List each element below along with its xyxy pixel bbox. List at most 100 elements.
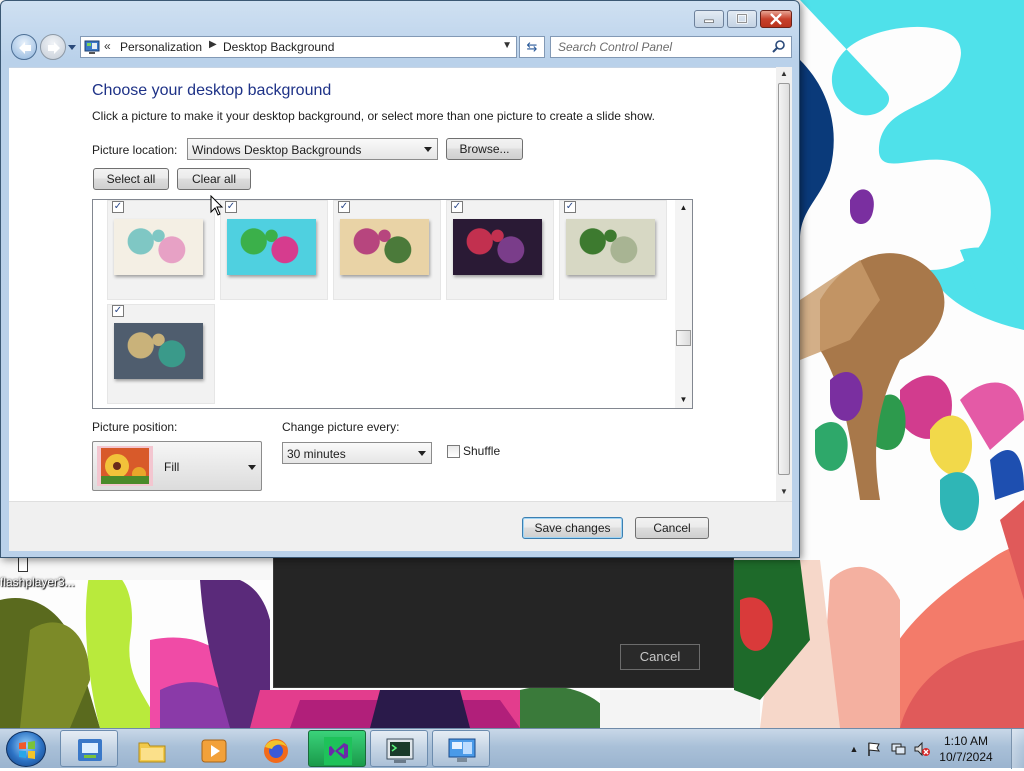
overflow-chevron-icon[interactable]: « [104,39,111,53]
firefox-icon [264,739,288,763]
mouse-cursor-icon [210,195,224,216]
gallery-scroll-down-icon[interactable]: ▼ [675,395,692,404]
maximize-icon [736,13,748,24]
search-box[interactable] [550,36,792,58]
wallpaper-thumbnail[interactable]: ✓ [220,200,328,300]
gallery-scroll-up-icon[interactable]: ▲ [675,203,692,212]
wallpaper-thumbnail[interactable]: ✓ [446,200,554,300]
change-interval-value: 30 minutes [287,447,346,461]
chevron-down-icon [418,451,426,456]
breadcrumb-desktop-background[interactable]: Desktop Background [223,40,334,54]
show-desktop-button[interactable] [1011,729,1024,769]
taskbar-windows-explorer[interactable] [122,730,180,767]
refresh-icon: ⇆ [526,39,538,54]
visual-studio-icon [324,737,352,765]
close-button[interactable] [760,10,792,28]
wallpaper-image [227,219,316,275]
background-dialog-cancel-button[interactable]: Cancel [620,644,700,670]
clock-time[interactable]: 1:10 AM [931,734,1001,748]
scroll-up-icon[interactable]: ▲ [776,69,792,81]
wallpaper-image [566,219,655,275]
picture-position-value: Fill [164,460,180,474]
terminal-icon [386,738,414,763]
scroll-thumb[interactable] [778,83,790,475]
taskbar-visual-studio[interactable] [308,730,366,767]
search-icon[interactable] [771,39,787,55]
refresh-button[interactable]: ⇆ [519,36,545,58]
wallpaper-checkbox[interactable]: ✓ [112,305,124,317]
content-scrollbar[interactable]: ▲ ▼ [776,67,792,501]
desktop-shortcut[interactable]: flashplayer3... [0,556,80,589]
taskbar-media-player[interactable] [184,730,242,767]
page-instructions: Click a picture to make it your desktop … [92,109,655,123]
control-panel-icon [84,40,100,54]
file-icon [18,556,28,572]
save-changes-button[interactable]: Save changes [522,517,623,539]
wallpaper-checkbox[interactable]: ✓ [564,201,576,213]
desktop-shortcut-label: flashplayer3... [0,575,75,589]
forward-button[interactable] [40,34,66,60]
picture-location-value: Windows Desktop Backgrounds [192,143,362,157]
wallpaper-image [114,219,203,275]
scroll-down-icon[interactable]: ▼ [776,487,792,499]
control-panel-icon [78,739,102,761]
remote-desktop-icon [448,738,476,762]
select-all-button[interactable]: Select all [93,168,169,190]
address-bar[interactable]: « Personalization ▶ Desktop Background ▼ [80,36,517,58]
folder-icon [138,742,166,763]
minimize-icon [704,19,714,23]
picture-position-label: Picture position: [92,420,178,434]
back-button[interactable] [11,34,37,60]
back-arrow-icon [19,42,31,54]
network-icon[interactable] [890,741,906,757]
picture-location-label: Picture location: [92,143,178,157]
cancel-button[interactable]: Cancel [635,517,709,539]
picture-position-preview [97,446,153,486]
browse-button[interactable]: Browse... [446,138,523,160]
picture-location-select[interactable]: Windows Desktop Backgrounds [187,138,438,160]
background-dialog: Cancel [273,556,734,688]
wallpaper-gallery: ✓ ✓ ✓ ✓ ✓ ✓ ▲ ▼ [92,199,693,409]
wallpaper-thumbnail[interactable]: ✓ [333,200,441,300]
clear-all-button[interactable]: Clear all [177,168,251,190]
breadcrumb-separator-icon[interactable]: ▶ [209,39,217,50]
search-input[interactable] [551,37,761,57]
change-interval-label: Change picture every: [282,420,400,434]
maximize-button[interactable] [727,10,757,28]
action-center-flag-icon[interactable] [866,741,882,757]
change-interval-select[interactable]: 30 minutes [282,442,432,464]
breadcrumb-personalization[interactable]: Personalization [120,40,202,54]
wallpaper-image [453,219,542,275]
address-dropdown-icon[interactable]: ▼ [502,40,512,51]
windows-logo-icon [19,741,35,759]
shuffle-label[interactable]: Shuffle [463,444,500,458]
chevron-down-icon [424,147,432,152]
start-button[interactable] [6,731,46,767]
gallery-scroll-thumb[interactable] [676,330,691,346]
wallpaper-image [340,219,429,275]
show-hidden-icons-icon[interactable]: ▲ [846,741,862,757]
taskbar-firefox[interactable] [246,730,304,767]
forward-arrow-icon [48,42,60,54]
wallpaper-checkbox[interactable]: ✓ [338,201,350,213]
wallpaper-checkbox[interactable]: ✓ [451,201,463,213]
wallpaper-checkbox[interactable]: ✓ [225,201,237,213]
chevron-down-icon [248,465,256,470]
recent-pages-dropdown-icon[interactable] [67,42,77,52]
wallpaper-thumbnail[interactable]: ✓ [107,200,215,300]
taskbar-control-panel-window[interactable] [60,730,118,767]
shuffle-checkbox[interactable] [447,445,460,458]
volume-muted-icon[interactable] [914,741,930,757]
gallery-scrollbar[interactable]: ▲ ▼ [675,200,692,408]
wallpaper-thumbnail[interactable]: ✓ [107,304,215,404]
taskbar-terminal-app[interactable] [370,730,428,767]
minimize-button[interactable] [694,10,724,28]
clock-date[interactable]: 10/7/2024 [931,750,1001,764]
wallpaper-checkbox[interactable]: ✓ [112,201,124,213]
taskbar: ▲ 1:10 AM 10/7/2024 [0,728,1024,769]
control-panel-window: « Personalization ▶ Desktop Background ▼… [0,0,800,558]
page-title: Choose your desktop background [92,82,332,99]
picture-position-select[interactable]: Fill [92,441,262,491]
taskbar-remote-desktop[interactable] [432,730,490,767]
wallpaper-thumbnail[interactable]: ✓ [559,200,667,300]
